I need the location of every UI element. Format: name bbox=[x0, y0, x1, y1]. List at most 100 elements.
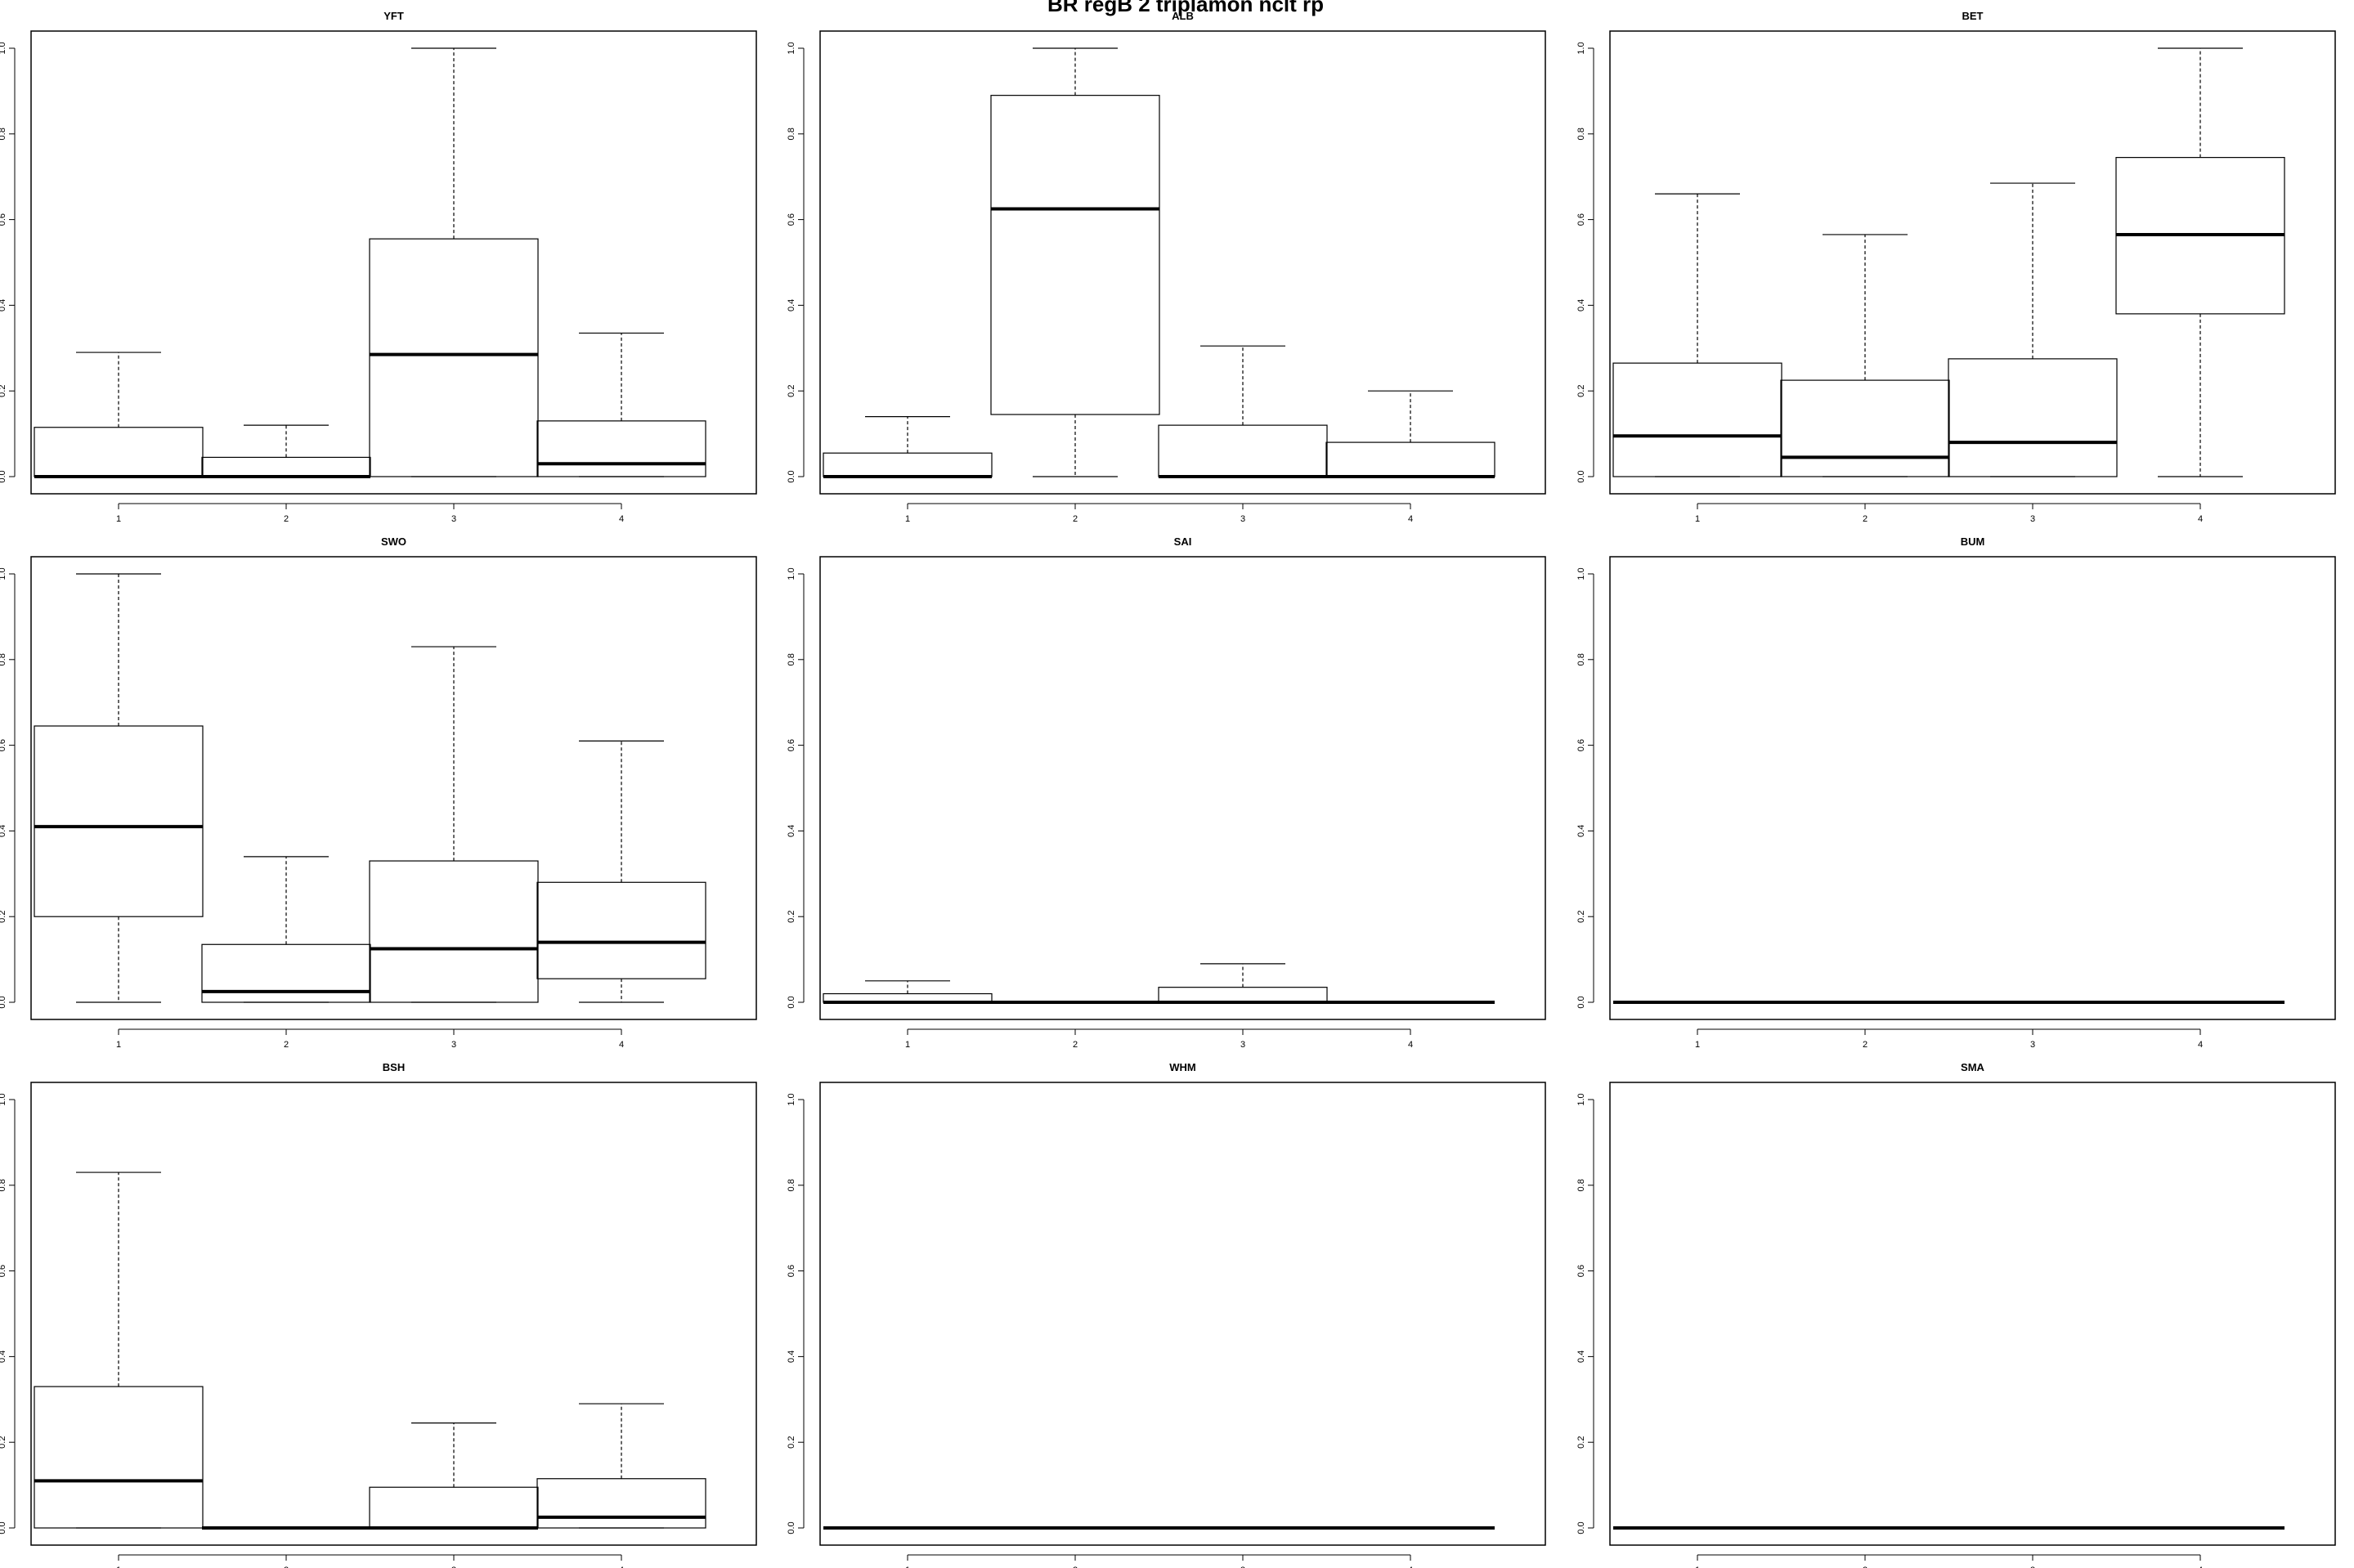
y-tick-label: 0.6 bbox=[787, 739, 796, 751]
boxplot-panel-swo: SWO 0.0 0.2 0.4 0.6 0.8 1.0 1 2 3 4 bbox=[0, 535, 757, 1050]
panel-grid: YFT0.00.20.40.60.81.01 2 3 4ALB0.00.20.40.6… bbox=[0, 10, 2336, 1568]
box-body bbox=[34, 427, 204, 477]
box-3 bbox=[369, 47, 539, 477]
box-3 bbox=[1948, 182, 2118, 477]
y-tick-label: 0.6 bbox=[0, 1265, 7, 1277]
box-2 bbox=[1780, 234, 1950, 477]
boxplot-panel-yft: YFT 0.0 0.2 0.4 0.6 0.8 1.0 1 2 3 4 bbox=[0, 10, 757, 524]
y-tick-label: 0.6 bbox=[0, 213, 7, 226]
y-tick-label: 0.8 bbox=[1576, 653, 1586, 665]
panel-frame bbox=[1609, 30, 2336, 495]
boxplot-panel-sma: SMA0.00.20.40.60.81.01234 bbox=[1576, 1061, 2336, 1568]
x-tick-label: 3 bbox=[1240, 1040, 1245, 1050]
y-tick-label: 1.0 bbox=[1576, 1093, 1586, 1105]
x-tick-label: 2 bbox=[1863, 514, 1868, 524]
x-tick-label: 3 bbox=[451, 1040, 456, 1050]
y-tick-label: 0.6 bbox=[787, 213, 796, 226]
panel-title: BSH bbox=[383, 1061, 405, 1073]
x-tick-label: 4 bbox=[2198, 1040, 2203, 1050]
panel-title: WHM bbox=[1169, 1061, 1196, 1073]
x-tick-label: 3 bbox=[1240, 514, 1245, 524]
y-tick-label: 0.0 bbox=[1576, 1521, 1586, 1534]
y-tick-label: 0.6 bbox=[1576, 213, 1586, 226]
box-body bbox=[823, 452, 993, 477]
y-tick-label: 0.0 bbox=[1576, 470, 1586, 482]
y-tick-label: 1.0 bbox=[0, 567, 7, 580]
figure-title: BR regB 2 triplamon nclt rp bbox=[1047, 0, 1324, 16]
y-tick-label: 0.8 bbox=[0, 128, 7, 140]
y-tick-label: 0.6 bbox=[1576, 739, 1586, 751]
y-tick-label: 0.2 bbox=[1576, 385, 1586, 397]
x-tick-label: 1 bbox=[116, 1040, 121, 1050]
y-tick-label: 0.8 bbox=[0, 653, 7, 665]
box-body bbox=[1780, 379, 1950, 477]
box-1 bbox=[34, 573, 204, 1003]
box-2 bbox=[990, 47, 1160, 477]
box-body bbox=[369, 1486, 539, 1529]
x-tick-label: 1 bbox=[116, 514, 121, 524]
panel-frame bbox=[819, 30, 1546, 495]
box-body bbox=[536, 1478, 706, 1529]
y-tick-label: 0.8 bbox=[787, 128, 796, 140]
y-tick-label: 1.0 bbox=[0, 42, 7, 54]
panel-title: BUM bbox=[1961, 535, 1985, 548]
panel-title: SAI bbox=[1174, 535, 1192, 548]
y-tick-label: 0.6 bbox=[0, 739, 7, 751]
panel-frame bbox=[819, 556, 1546, 1020]
box-1 bbox=[34, 352, 204, 478]
box-body bbox=[1325, 441, 1495, 477]
y-tick-label: 0.4 bbox=[787, 299, 796, 311]
boxplot-figure: YFT0.00.20.40.60.81.01 2 3 4ALB0.00.20.40.6… bbox=[0, 0, 2336, 1568]
y-tick-label: 0.0 bbox=[0, 470, 7, 482]
box-3 bbox=[369, 1422, 539, 1530]
box-1 bbox=[823, 416, 993, 478]
y-tick-label: 0.4 bbox=[0, 1351, 7, 1363]
x-tick-label: 1 bbox=[1695, 514, 1700, 524]
x-tick-label: 1 bbox=[905, 1040, 910, 1050]
box-1 bbox=[823, 980, 993, 1004]
panel-frame bbox=[30, 1082, 757, 1546]
x-tick-label: 4 bbox=[2198, 514, 2203, 524]
panel-frame bbox=[819, 1082, 1546, 1546]
y-tick-label: 0.4 bbox=[1576, 299, 1586, 311]
y-tick-label: 0.2 bbox=[0, 385, 7, 397]
y-tick-label: 0.0 bbox=[787, 1521, 796, 1534]
boxplot-panel-bum: BUM 0.0 0.2 0.4 0.6 0.8 1.0 1 2 3 4 bbox=[1576, 535, 2336, 1050]
box-2 bbox=[201, 424, 371, 478]
x-tick-label: 1 bbox=[1695, 1040, 1700, 1050]
y-tick-label: 0.0 bbox=[0, 1521, 7, 1534]
y-tick-label: 0.2 bbox=[787, 911, 796, 923]
y-tick-label: 0.0 bbox=[1576, 996, 1586, 1008]
box-4 bbox=[1325, 390, 1495, 478]
boxplot-panel-bet: BET 0.0 0.2 0.4 0.6 0.8 1.0 1 2 3 4 bbox=[1576, 10, 2336, 524]
box-body bbox=[1158, 424, 1328, 477]
box-2 bbox=[201, 856, 371, 1003]
box-body bbox=[201, 456, 371, 477]
box-body bbox=[369, 860, 539, 1003]
y-tick-label: 0.8 bbox=[787, 1179, 796, 1191]
boxplot-panel-sai: SAI 0.0 0.2 0.4 0.6 0.8 1.0 1 2 3 4 bbox=[787, 535, 1546, 1050]
y-tick-label: 1.0 bbox=[787, 567, 796, 580]
y-tick-label: 0.4 bbox=[1576, 825, 1586, 837]
box-body bbox=[34, 1386, 204, 1529]
y-tick-label: 0.4 bbox=[1576, 1351, 1586, 1363]
box-body bbox=[536, 881, 706, 979]
box-4 bbox=[536, 1403, 706, 1529]
box-body bbox=[536, 420, 706, 477]
y-tick-label: 1.0 bbox=[1576, 42, 1586, 54]
panel-title: BET bbox=[1962, 10, 1984, 22]
y-tick-label: 0.2 bbox=[787, 385, 796, 397]
y-tick-label: 0.2 bbox=[1576, 911, 1586, 923]
box-1 bbox=[1612, 193, 1782, 477]
panel-frame bbox=[1609, 556, 2336, 1020]
box-body bbox=[369, 238, 539, 477]
box-body bbox=[34, 725, 204, 917]
x-tick-label: 2 bbox=[1863, 1040, 1868, 1050]
x-tick-label: 1 bbox=[905, 514, 910, 524]
box-body bbox=[201, 943, 371, 1003]
y-tick-label: 0.4 bbox=[0, 299, 7, 311]
box-4 bbox=[536, 332, 706, 477]
box-body bbox=[1612, 362, 1782, 477]
x-tick-label: 4 bbox=[619, 1040, 624, 1050]
y-tick-label: 0.8 bbox=[0, 1179, 7, 1191]
